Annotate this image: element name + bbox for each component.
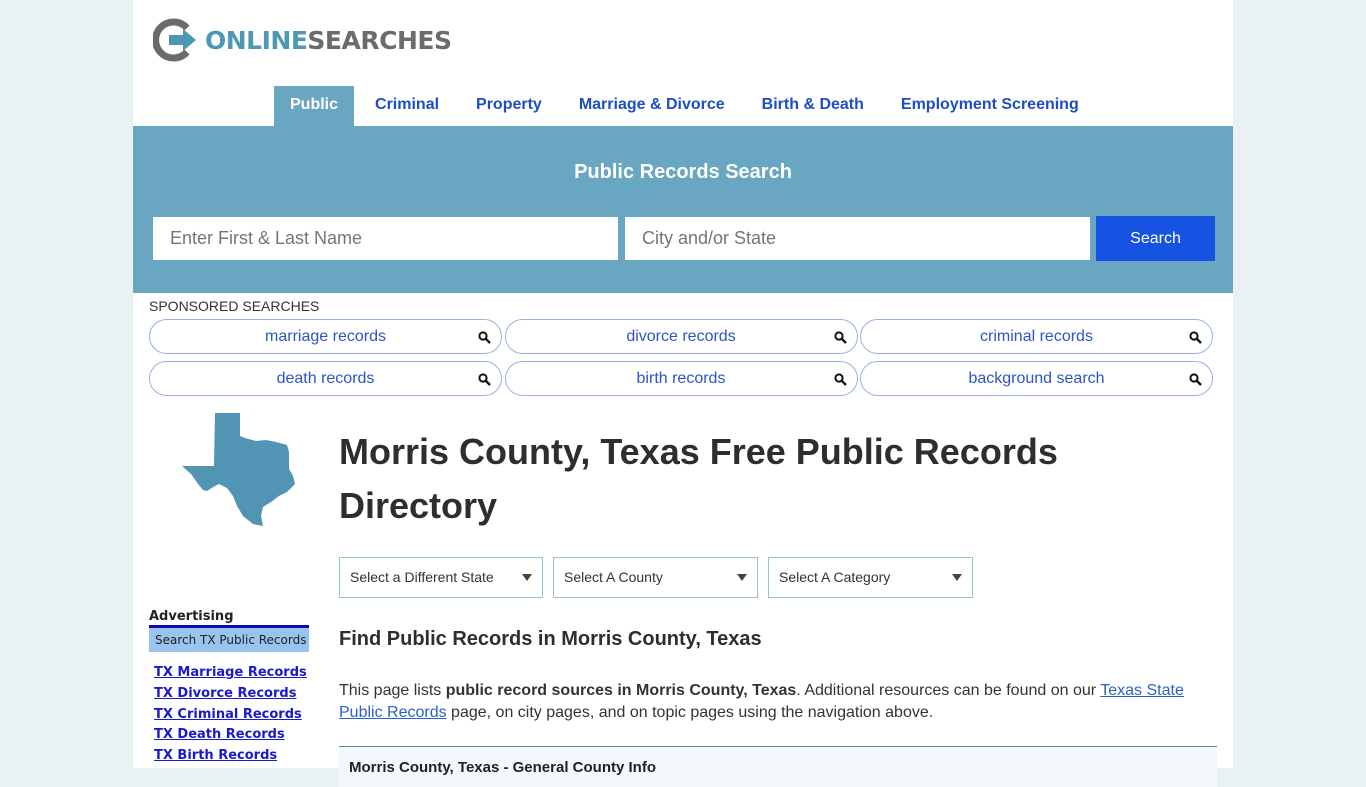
page-container: ONLINESEARCHES Public Criminal Property …	[133, 0, 1233, 787]
sidebar-link-death[interactable]: TX Death Records	[154, 725, 307, 746]
sponsored-search-death-records[interactable]: death records	[149, 361, 502, 396]
county-select-value: Select A County	[564, 569, 663, 585]
logo-icon	[153, 18, 196, 62]
sponsored-search-background-search[interactable]: background search	[860, 361, 1213, 396]
search-hero: Public Records Search Search	[133, 126, 1233, 293]
sidebar-links: TX Marriage Records TX Divorce Records T…	[154, 663, 307, 767]
search-icon	[1189, 331, 1202, 344]
search-icon	[1189, 373, 1202, 386]
nav-tab-public[interactable]: Public	[274, 86, 355, 126]
main-nav: Public Criminal Property Marriage & Divo…	[274, 86, 1100, 126]
nav-tab-birth-death[interactable]: Birth & Death	[746, 86, 880, 126]
logo-word-online: ONLINE	[205, 25, 308, 55]
sidebar-link-divorce[interactable]: TX Divorce Records	[154, 684, 307, 705]
sponsored-search-criminal-records[interactable]: criminal records	[860, 319, 1213, 354]
search-icon	[833, 331, 847, 344]
sponsored-search-label: marriage records	[265, 328, 386, 345]
sponsored-search-label: criminal records	[980, 328, 1093, 345]
general-county-info-section: Morris County, Texas - General County In…	[339, 746, 1217, 787]
sponsored-searches-label: SPONSORED SEARCHES	[149, 298, 320, 314]
sidebar-link-birth[interactable]: TX Birth Records	[154, 746, 307, 767]
search-icon	[478, 331, 491, 344]
page-title: Morris County, Texas Free Public Records…	[339, 431, 1058, 526]
advertising-label: Advertising	[149, 609, 234, 624]
intro-paragraph: This page lists public record sources in…	[339, 680, 1209, 724]
nav-tab-criminal[interactable]: Criminal	[359, 86, 455, 126]
search-icon	[833, 373, 847, 386]
search-icon	[478, 373, 491, 386]
name-input[interactable]	[153, 217, 618, 260]
location-input[interactable]	[625, 217, 1090, 260]
caret-down-icon	[522, 574, 532, 581]
logo-word-searches: SEARCHES	[307, 25, 452, 55]
category-select[interactable]: Select A Category	[768, 557, 973, 598]
county-select[interactable]: Select A County	[553, 557, 758, 598]
sidebar-link-marriage[interactable]: TX Marriage Records	[154, 663, 307, 684]
texas-map-icon	[182, 413, 295, 526]
section-subtitle: Find Public Records in Morris County, Te…	[339, 628, 762, 650]
sponsored-search-birth-records[interactable]: birth records	[504, 361, 858, 396]
nav-tab-property[interactable]: Property	[460, 86, 558, 126]
intro-text-end: page, on city pages, and on topic pages …	[446, 704, 934, 721]
sponsored-searches: marriage records divorce records crimina…	[149, 319, 1215, 396]
sidebar-link-criminal[interactable]: TX Criminal Records	[154, 705, 307, 726]
site-logo[interactable]: ONLINESEARCHES	[153, 18, 452, 62]
sponsored-search-marriage-records[interactable]: marriage records	[149, 319, 502, 354]
state-select[interactable]: Select a Different State	[339, 557, 543, 598]
sponsored-search-label: death records	[276, 370, 375, 387]
sponsored-search-label: divorce records	[626, 328, 736, 345]
nav-tab-marriage-divorce[interactable]: Marriage & Divorce	[563, 86, 741, 126]
sidebar-box-title: Search TX Public Records	[149, 625, 309, 652]
intro-text-start: This page lists	[339, 682, 446, 699]
category-select-value: Select A Category	[779, 569, 891, 585]
sponsored-search-label: birth records	[636, 370, 726, 387]
sponsored-search-label: background search	[968, 370, 1105, 387]
sponsored-search-divorce-records[interactable]: divorce records	[504, 319, 858, 354]
state-select-value: Select a Different State	[350, 569, 494, 585]
nav-tab-employment-screening[interactable]: Employment Screening	[885, 86, 1095, 126]
intro-text-middle: . Additional resources can be found on o…	[796, 682, 1101, 699]
caret-down-icon	[952, 574, 962, 581]
hero-title: Public Records Search	[574, 161, 792, 183]
search-button[interactable]: Search	[1096, 216, 1215, 261]
caret-down-icon	[737, 574, 747, 581]
intro-text-bold: public record sources in Morris County, …	[445, 682, 797, 699]
